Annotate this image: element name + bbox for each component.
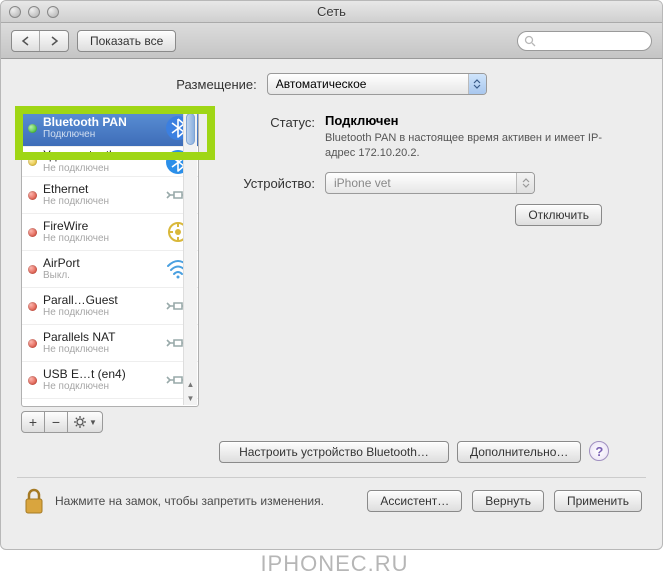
minimize-window-button[interactable] <box>28 6 40 18</box>
service-status: Выкл. <box>43 270 158 282</box>
assistant-button[interactable]: Ассистент… <box>367 490 462 512</box>
scroll-up-arrow[interactable]: ▲ <box>184 377 197 391</box>
window-title: Сеть <box>317 4 346 19</box>
device-label: Устройство: <box>215 174 315 191</box>
sidebar-item-4[interactable]: AirPort Выкл. <box>22 251 198 288</box>
sidebar-item-2[interactable]: Ethernet Не подключен <box>22 177 198 214</box>
status-dot <box>28 265 37 274</box>
scrollbar-thumb[interactable] <box>186 113 195 145</box>
scroll-down-arrow[interactable]: ▼ <box>184 391 197 405</box>
status-dot <box>28 191 37 200</box>
service-status: Подключен <box>43 129 158 141</box>
toolbar: Показать все <box>1 23 662 59</box>
nav-back-forward <box>11 30 69 52</box>
apply-button[interactable]: Применить <box>554 490 642 512</box>
service-status: Не подключен <box>43 381 158 393</box>
service-status: Не подключен <box>43 196 158 208</box>
location-label: Размещение: <box>176 77 257 92</box>
device-value: iPhone vet <box>334 176 391 190</box>
show-all-button[interactable]: Показать все <box>77 30 176 52</box>
service-name: Удале…tooth <box>43 148 158 162</box>
revert-button[interactable]: Вернуть <box>472 490 544 512</box>
zoom-window-button[interactable] <box>47 6 59 18</box>
search-icon <box>524 35 536 47</box>
close-window-button[interactable] <box>9 6 21 18</box>
watermark: IPHONEC.RU <box>260 551 408 577</box>
service-name: Ethernet <box>43 182 158 196</box>
location-value: Автоматическое <box>276 77 367 91</box>
services-sidebar: Bluetooth PAN Подключен Удале…tooth Не п… <box>21 109 199 407</box>
sidebar-item-6[interactable]: Parallels NAT Не подключен <box>22 325 198 362</box>
status-value: Подключен <box>325 113 605 128</box>
sidebar-item-8[interactable]: Sams…odem Не подключен <box>22 399 198 406</box>
detail-panel: Статус: Подключен Bluetooth PAN в настоя… <box>215 109 642 433</box>
location-row: Размещение: Автоматическое <box>21 73 642 95</box>
status-dot <box>28 228 37 237</box>
device-popup[interactable]: iPhone vet <box>325 172 535 194</box>
preferences-window: Сеть Показать все Размещение: Автоматиче… <box>0 0 663 550</box>
titlebar[interactable]: Сеть <box>1 1 662 23</box>
back-button[interactable] <box>12 31 40 51</box>
sidebar-item-5[interactable]: Parall…Guest Не подключен <box>22 288 198 325</box>
sidebar-item-3[interactable]: FireWire Не подключен <box>22 214 198 251</box>
service-name: AirPort <box>43 256 158 270</box>
add-service-button[interactable]: + <box>21 411 45 433</box>
service-name: FireWire <box>43 219 158 233</box>
status-dot <box>28 157 37 166</box>
service-status: Не подключен <box>43 233 158 245</box>
advanced-button[interactable]: Дополнительно… <box>457 441 581 463</box>
configure-bluetooth-button[interactable]: Настроить устройство Bluetooth… <box>219 441 449 463</box>
sidebar-item-0[interactable]: Bluetooth PAN Подключен <box>22 110 198 147</box>
lock-row: Нажмите на замок, чтобы запретить измене… <box>1 478 662 516</box>
status-label: Статус: <box>215 113 315 130</box>
status-description: Bluetooth PAN в настоящее время активен … <box>325 131 605 162</box>
forward-button[interactable] <box>40 31 68 51</box>
service-status: Не подключен <box>43 163 158 175</box>
sidebar-buttons: + − ▼ <box>21 411 199 433</box>
help-button[interactable]: ? <box>589 441 609 461</box>
lock-icon[interactable] <box>21 486 47 516</box>
sidebar-item-7[interactable]: USB E…t (en4) Не подключен <box>22 362 198 399</box>
service-name: Parall…Guest <box>43 293 158 307</box>
popup-arrows-icon <box>468 74 486 94</box>
service-name: Sams…odem <box>43 404 158 406</box>
status-dot <box>28 376 37 385</box>
service-name: Bluetooth PAN <box>43 115 158 129</box>
status-dot <box>28 339 37 348</box>
disconnect-button[interactable]: Отключить <box>515 204 602 226</box>
toolbar-search[interactable] <box>517 31 652 51</box>
service-name: USB E…t (en4) <box>43 367 158 381</box>
lock-text: Нажмите на замок, чтобы запретить измене… <box>55 494 324 508</box>
status-dot <box>28 302 37 311</box>
popup-arrows-icon <box>516 173 534 193</box>
location-popup[interactable]: Автоматическое <box>267 73 487 95</box>
status-dot <box>28 124 37 133</box>
service-status: Не подключен <box>43 344 158 356</box>
service-name: Parallels NAT <box>43 330 158 344</box>
action-menu-button[interactable]: ▼ <box>67 411 103 433</box>
sidebar-item-1[interactable]: Удале…tooth Не подключен <box>22 147 198 177</box>
gear-icon <box>73 415 87 429</box>
remove-service-button[interactable]: − <box>44 411 68 433</box>
service-status: Не подключен <box>43 307 158 319</box>
sidebar-scrollbar[interactable]: ▲ ▼ <box>183 111 197 405</box>
